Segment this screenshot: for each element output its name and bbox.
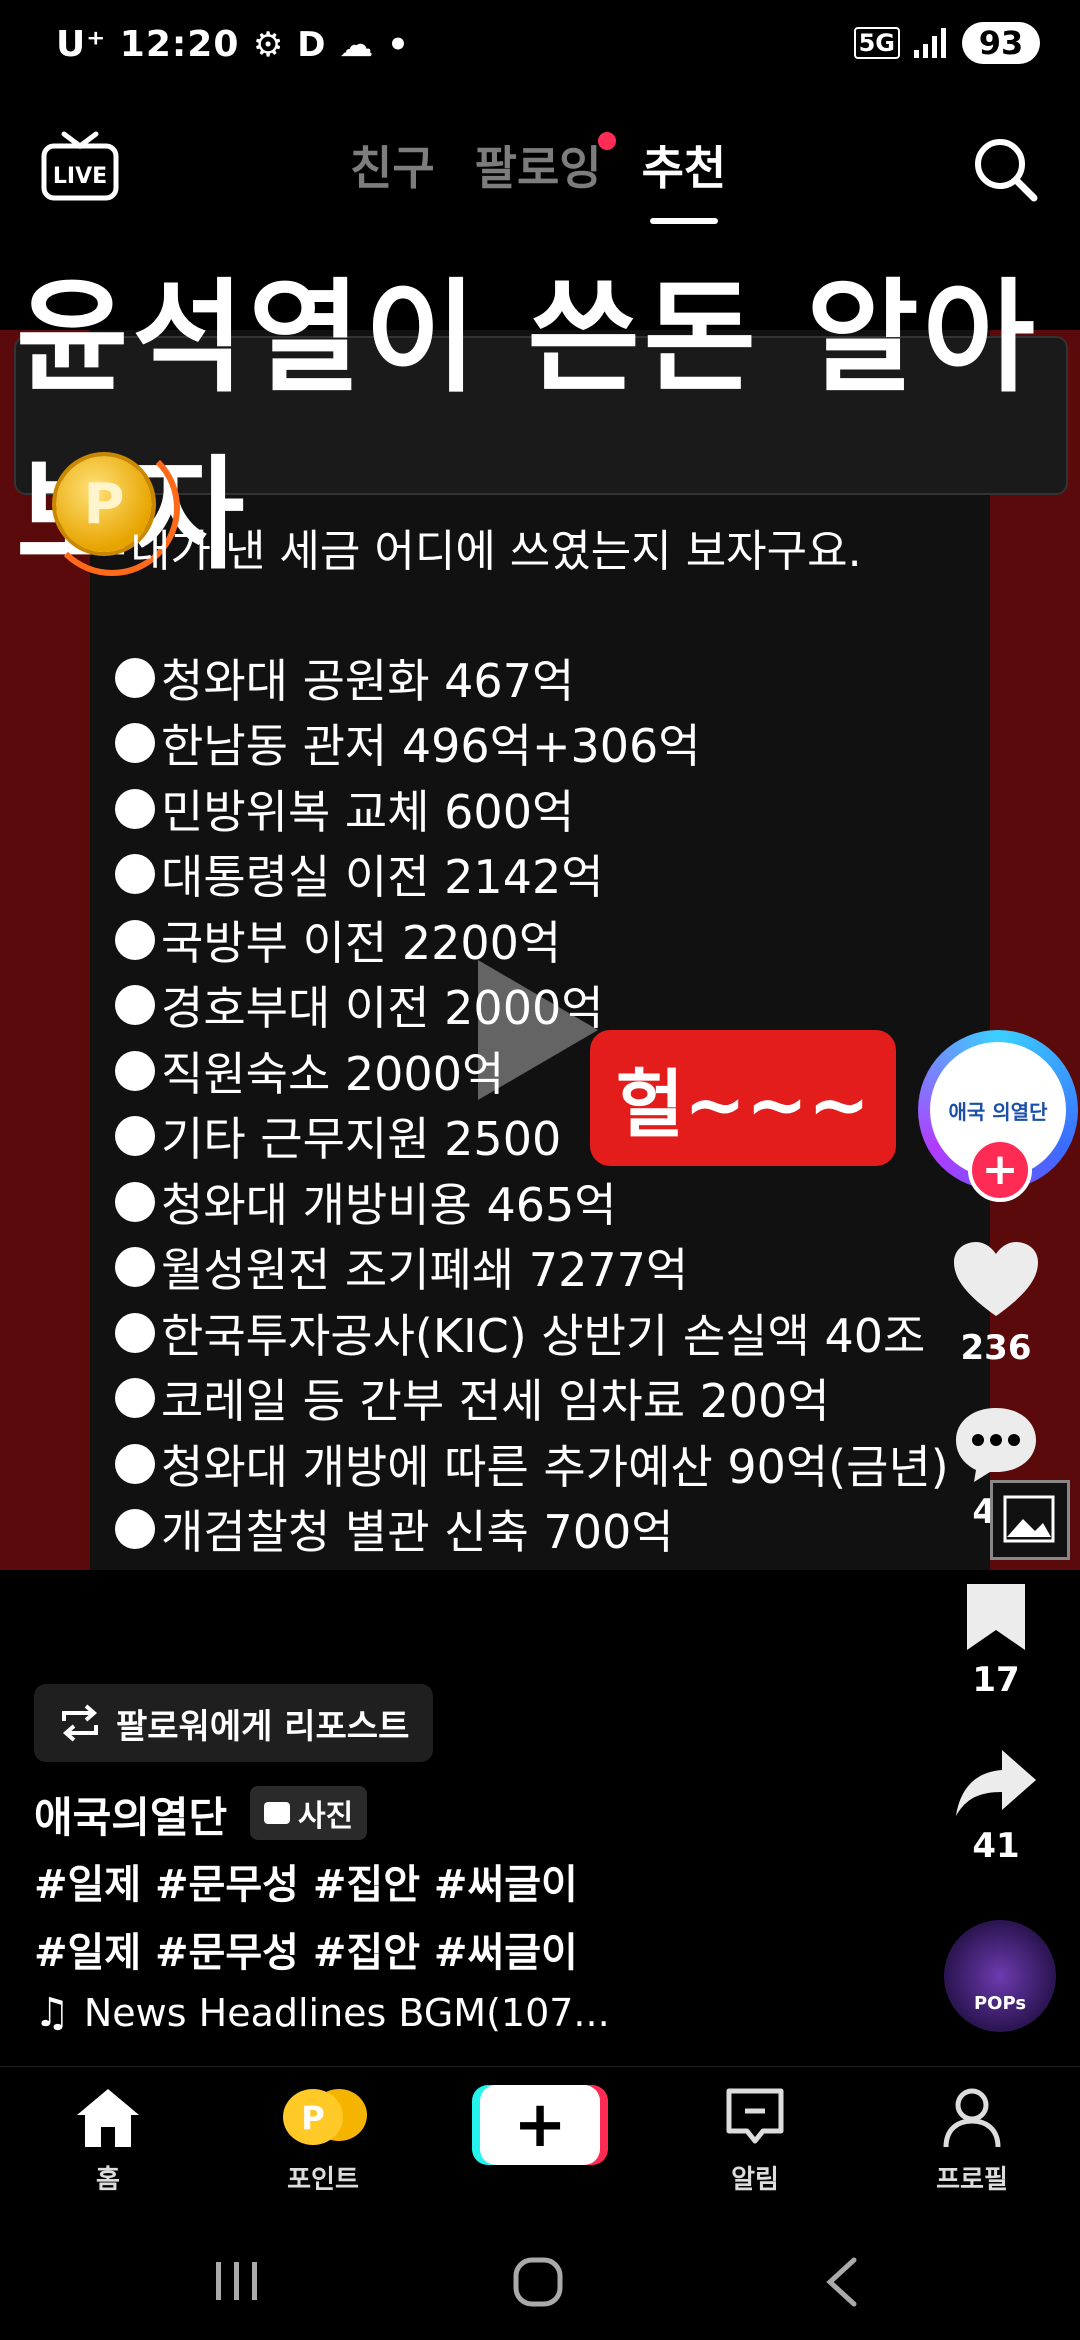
battery-indicator: 93 (962, 22, 1040, 64)
new-content-dot (597, 132, 616, 150)
like-count: 236 (960, 1328, 1032, 1368)
list-item: 청와대 공원화 467억 (115, 645, 949, 711)
status-bar: U⁺ 12:20 ⚙ D ☁ • 5G 93 (0, 0, 1080, 100)
bullet-icon (115, 788, 155, 829)
list-item: 개검찰청 별관 신축 700억 (115, 1497, 949, 1563)
save-count: 17 (972, 1660, 1020, 1700)
music-info[interactable]: ♫ News Headlines BGM(107... (34, 1990, 610, 2036)
post-banner: 윤석열이 쓴돈 알아보자 (14, 267, 1068, 586)
feed-tabs: 친구 팔로잉 추천 (350, 132, 726, 224)
live-icon[interactable]: LIVE (40, 130, 120, 202)
tab-following[interactable]: 팔로잉 (474, 132, 616, 198)
share-button[interactable]: 41 (936, 1746, 1056, 1866)
bottom-nav: 홈 P 포인트 + 알림 프로필 (0, 2066, 1080, 2227)
status-left: U⁺ 12:20 ⚙ D ☁ • (56, 24, 410, 65)
bullet-icon (115, 1378, 155, 1419)
list-item: 민방위복 교체 600억 (115, 776, 949, 842)
search-icon[interactable] (970, 134, 1040, 204)
music-note-icon: ♫ (34, 1990, 70, 2036)
bullet-icon (115, 1181, 155, 1222)
carrier-label: U⁺ (56, 24, 107, 65)
live-label: LIVE (53, 164, 107, 189)
bullet-icon (115, 854, 155, 895)
comment-icon (956, 1408, 1036, 1482)
coins-icon: P (283, 2089, 367, 2145)
list-item: 코레일 등 간부 전세 임차료 200억 (115, 1366, 949, 1432)
list-item: 한남동 관저 496억+306억 (115, 711, 949, 777)
nav-profile-label: 프로필 (936, 2165, 1008, 2195)
play-icon[interactable] (478, 960, 598, 1100)
music-disc[interactable]: POPs (944, 1920, 1056, 2032)
tab-following-label: 팔로잉 (474, 141, 602, 195)
notification-icons: ⚙ D ☁ • (252, 25, 410, 65)
like-button[interactable]: 236 (936, 1240, 1056, 1368)
hashtags-line-1[interactable]: #일제 #문무성 #집안 #써글이 (34, 1852, 578, 1910)
bullet-icon (115, 919, 155, 960)
music-title: News Headlines BGM(107... (83, 1991, 610, 2035)
bullet-icon (115, 1312, 155, 1353)
list-item: 청와대 개방에 따른 추가예산 90억(금년) (115, 1431, 949, 1497)
tab-friends[interactable]: 친구 (350, 132, 435, 198)
nav-points[interactable]: P 포인트 (248, 2085, 398, 2196)
nav-inbox[interactable]: 알림 (680, 2085, 830, 2196)
photo-icon (264, 1802, 290, 1824)
nav-profile[interactable]: 프로필 (897, 2085, 1047, 2196)
svg-text:P: P (301, 2099, 324, 2137)
heart-icon (954, 1242, 1038, 1316)
system-nav (0, 2226, 1080, 2340)
photo-badge: 사진 (250, 1786, 368, 1840)
disc-label: POPs (973, 1993, 1027, 2014)
inbox-icon (726, 2088, 784, 2144)
status-right: 5G 93 (853, 22, 1040, 64)
bullet-icon (115, 657, 155, 698)
home-system-icon[interactable] (512, 2256, 564, 2308)
home-icon (77, 2089, 139, 2147)
bullet-icon (115, 1247, 155, 1288)
nav-home-label: 홈 (96, 2165, 120, 2195)
share-icon (956, 1750, 1036, 1816)
repost-icon (62, 1704, 98, 1742)
bookmark-icon (967, 1584, 1025, 1650)
bullet-icon (115, 1116, 155, 1157)
repost-button[interactable]: 팔로워에게 리포스트 (34, 1684, 434, 1762)
bullet-icon (115, 723, 155, 764)
list-item: 월성원전 조기폐쇄 7277억 (115, 1235, 949, 1301)
author-name[interactable]: 애국의열단 (34, 1784, 227, 1845)
save-button[interactable]: 17 (936, 1580, 1056, 1700)
create-button[interactable]: + (480, 2085, 600, 2165)
bullet-icon (115, 985, 155, 1026)
share-count: 41 (972, 1826, 1020, 1866)
profile-icon (943, 2088, 1001, 2148)
clock: 12:20 (119, 24, 240, 65)
list-item: 청와대 개방비용 465억 (115, 1169, 949, 1235)
post-intro-text: 내가 낸 세금 어디에 쓰였는지 보자구요. (130, 526, 862, 577)
bullet-icon (115, 1050, 155, 1091)
recent-apps-icon[interactable] (212, 2258, 262, 2304)
sticker-label: 헐~~~ (590, 1030, 896, 1166)
follow-plus-icon[interactable]: + (968, 1138, 1032, 1202)
bullet-icon (115, 1509, 155, 1550)
list-item: 한국투자공사(KIC) 상반기 손실액 40조 (115, 1300, 949, 1366)
tab-recommended[interactable]: 추천 (642, 132, 726, 224)
photo-badge-label: 사진 (298, 1799, 354, 1834)
gallery-icon[interactable] (990, 1480, 1070, 1560)
network-label: 5G (853, 27, 900, 59)
repost-label: 팔로워에게 리포스트 (116, 1706, 410, 1747)
bullet-icon (115, 1443, 155, 1484)
nav-points-label: 포인트 (287, 2165, 359, 2195)
nav-home[interactable]: 홈 (33, 2085, 183, 2196)
top-nav: LIVE 친구 팔로잉 추천 (0, 110, 1080, 224)
back-icon[interactable] (822, 2256, 862, 2308)
signal-icon (914, 28, 946, 58)
hashtags-line-2[interactable]: #일제 #문무성 #집안 #써글이 (34, 1920, 578, 1978)
nav-inbox-label: 알림 (731, 2165, 779, 2195)
list-item: 대통령실 이전 2142억 (115, 842, 949, 908)
